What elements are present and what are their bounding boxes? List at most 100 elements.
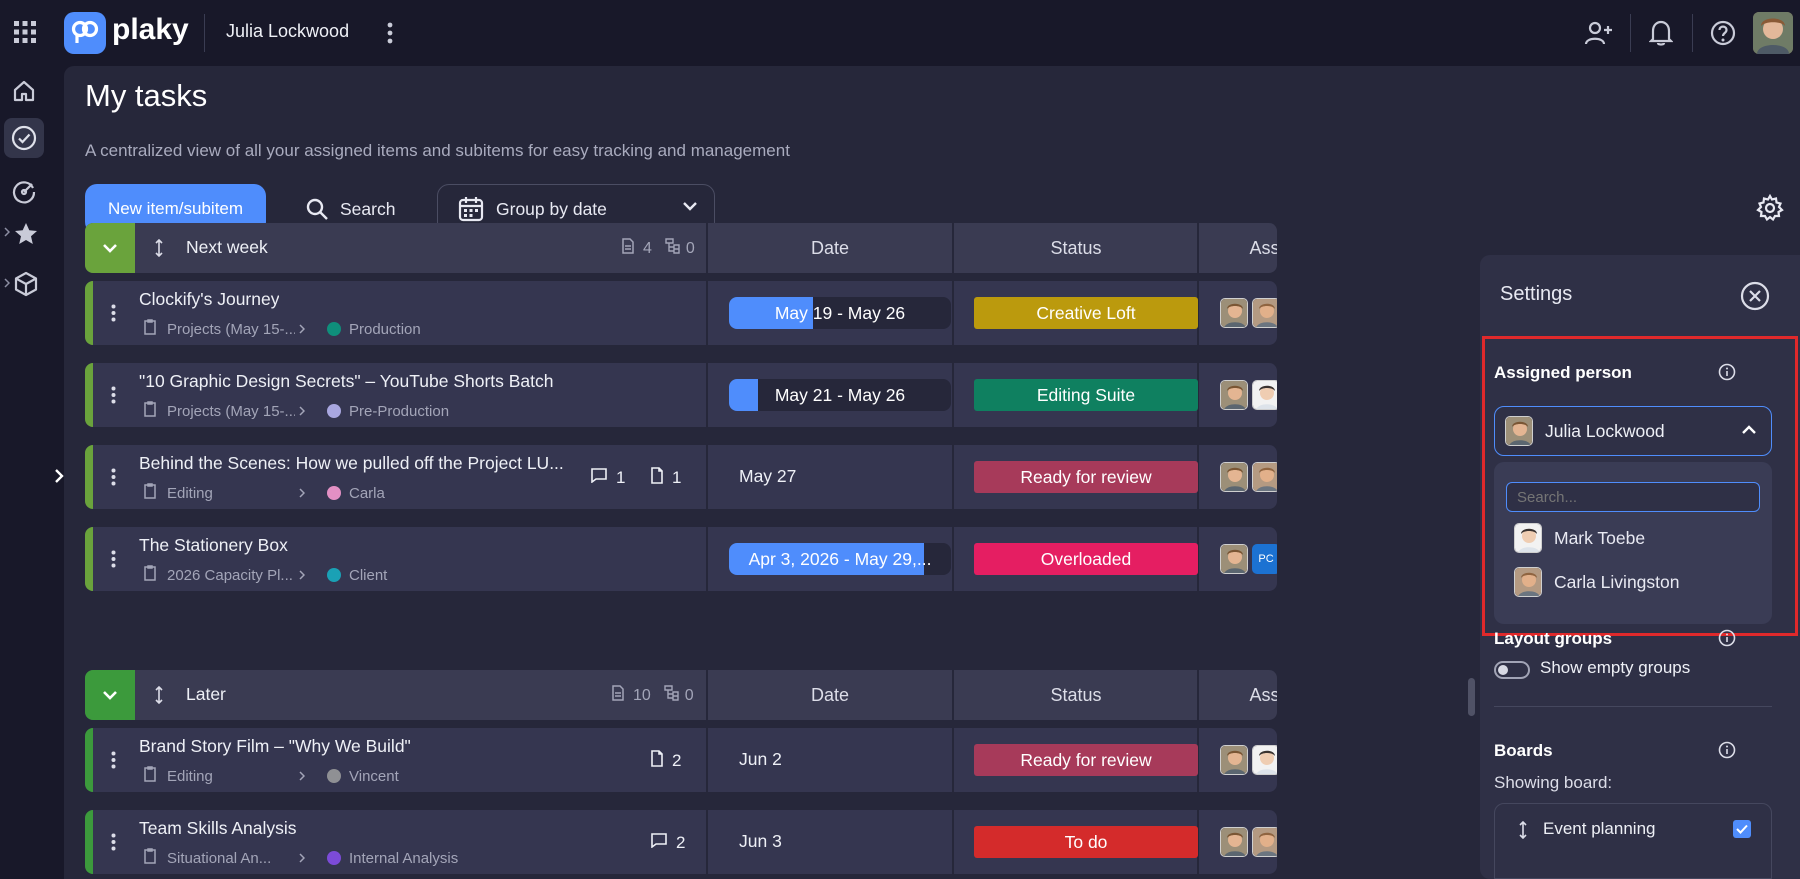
group-name[interactable]: Carla	[349, 485, 385, 502]
more-vertical-icon[interactable]	[380, 18, 400, 48]
info-icon[interactable]	[1716, 739, 1738, 761]
assignees-cell[interactable]	[1199, 363, 1277, 427]
group-color-bar	[85, 363, 93, 427]
row-menu-icon[interactable]	[107, 383, 119, 407]
my-tasks-check-icon[interactable]	[4, 118, 44, 158]
dashboard-icon[interactable]	[8, 176, 40, 208]
group-name[interactable]: Next week	[186, 237, 268, 258]
drag-handle-icon[interactable]	[153, 684, 165, 706]
assignees-cell[interactable]	[1199, 810, 1277, 874]
board-checkbox-checked-icon[interactable]	[1733, 820, 1751, 838]
drag-handle-icon[interactable]	[153, 237, 165, 259]
board-name[interactable]: Projects (May 15-...	[167, 321, 295, 338]
task-row[interactable]: The Stationery Box 2026 Capacity Pl... Cli…	[85, 527, 1277, 591]
status-badge[interactable]: Overloaded	[974, 543, 1198, 575]
date-text[interactable]: May 27	[739, 466, 796, 487]
drag-handle-icon[interactable]	[1517, 819, 1529, 841]
collapse-group-chevron-icon[interactable]	[85, 670, 135, 720]
column-header-assigned[interactable]: Assigned persons	[1199, 670, 1277, 720]
row-menu-icon[interactable]	[107, 547, 119, 571]
column-header-date[interactable]: Date	[708, 670, 952, 720]
date-text[interactable]: Jun 2	[739, 749, 782, 770]
row-menu-icon[interactable]	[107, 748, 119, 772]
scrollbar-thumb[interactable]	[1468, 678, 1475, 716]
status-badge[interactable]: Ready for review	[974, 461, 1198, 493]
show-empty-groups-toggle[interactable]	[1494, 661, 1530, 679]
row-menu-icon[interactable]	[107, 830, 119, 854]
group-dot	[327, 322, 341, 336]
collapse-group-chevron-icon[interactable]	[85, 223, 135, 273]
option-carla-livingston[interactable]: Carla Livingston	[1514, 564, 1679, 600]
group-name[interactable]: Pre-Production	[349, 403, 449, 420]
status-badge[interactable]: Editing Suite	[974, 379, 1198, 411]
home-icon[interactable]	[8, 75, 40, 107]
group-name[interactable]: Later	[186, 684, 226, 705]
column-header-status[interactable]: Status	[954, 223, 1198, 273]
task-row[interactable]: "10 Graphic Design Secrets" – YouTube Sh…	[85, 363, 1277, 427]
info-icon[interactable]	[1716, 627, 1738, 649]
files-counter[interactable]: 1	[650, 467, 681, 489]
assignees-cell[interactable]: VK	[1199, 728, 1277, 792]
chevron-right-icon	[299, 768, 306, 785]
task-title[interactable]: Team Skills Analysis	[139, 818, 297, 839]
group-name[interactable]: Internal Analysis	[349, 850, 458, 867]
assignees-cell[interactable]	[1199, 445, 1277, 509]
status-badge[interactable]: Creative Loft	[974, 297, 1198, 329]
board-name[interactable]: Editing	[167, 485, 295, 502]
user-avatar[interactable]	[1753, 12, 1793, 54]
status-badge[interactable]: To do	[974, 826, 1198, 858]
date-text[interactable]: Jun 3	[739, 831, 782, 852]
column-header-date[interactable]: Date	[708, 223, 952, 273]
assigned-person-select[interactable]: Julia Lockwood	[1494, 406, 1772, 456]
star-icon[interactable]	[10, 218, 42, 250]
status-badge[interactable]: Ready for review	[974, 744, 1198, 776]
assignees-cell[interactable]: PCRB	[1199, 527, 1277, 591]
task-title[interactable]: "10 Graphic Design Secrets" – YouTube Sh…	[139, 371, 554, 392]
assignee-search-input[interactable]	[1506, 482, 1760, 512]
date-range-bar[interactable]: Apr 3, 2026 - May 29,...	[729, 543, 951, 575]
info-icon[interactable]	[1716, 361, 1738, 383]
avatar	[1252, 827, 1277, 857]
task-row[interactable]: Team Skills Analysis Situational An... Int…	[85, 810, 1277, 874]
task-row[interactable]: Brand Story Film – "Why We Build" Editing…	[85, 728, 1277, 792]
column-header-status[interactable]: Status	[954, 670, 1198, 720]
comments-counter[interactable]: 1	[590, 467, 625, 488]
avatar	[1252, 380, 1277, 410]
assignee-dropdown: Mark Toebe Carla Livingston	[1494, 462, 1772, 624]
task-row[interactable]: Clockify's Journey Projects (May 15-... Pr…	[85, 281, 1277, 345]
bell-icon[interactable]	[1645, 17, 1677, 49]
workspace-name[interactable]: Julia Lockwood	[226, 21, 349, 42]
board-name[interactable]: Situational An...	[167, 850, 295, 867]
date-range-bar[interactable]: May 21 - May 26	[729, 379, 951, 411]
assignees-cell[interactable]	[1199, 281, 1277, 345]
settings-gear-icon[interactable]	[1752, 190, 1788, 226]
help-icon[interactable]	[1707, 17, 1739, 49]
box-icon[interactable]	[10, 268, 42, 300]
chevron-right-icon	[299, 485, 306, 502]
task-title[interactable]: Brand Story Film – "Why We Build"	[139, 736, 411, 757]
task-title[interactable]: Clockify's Journey	[139, 289, 279, 310]
apps-grid-icon[interactable]	[10, 17, 40, 47]
group-name[interactable]: Production	[349, 321, 421, 338]
board-name[interactable]: Projects (May 15-...	[167, 403, 295, 420]
board-name[interactable]: 2026 Capacity Pl...	[167, 567, 295, 584]
option-mark-toebe[interactable]: Mark Toebe	[1514, 520, 1645, 556]
group-name[interactable]: Vincent	[349, 768, 399, 785]
plaky-logo-icon[interactable]	[64, 12, 106, 54]
column-header-assigned[interactable]: Assigned persons	[1199, 223, 1277, 273]
board-name[interactable]: Editing	[167, 768, 295, 785]
task-title[interactable]: The Stationery Box	[139, 535, 288, 556]
date-range-bar[interactable]: May 19 - May 26	[729, 297, 951, 329]
comments-counter[interactable]: 2	[650, 832, 685, 853]
close-panel-icon[interactable]	[1738, 279, 1772, 313]
task-title[interactable]: Behind the Scenes: How we pulled off the…	[139, 453, 564, 474]
row-menu-icon[interactable]	[107, 465, 119, 489]
files-counter[interactable]: 2	[650, 750, 681, 772]
add-user-icon[interactable]	[1582, 17, 1616, 49]
search-icon	[300, 197, 334, 221]
group-name[interactable]: Client	[349, 567, 387, 584]
group-color-bar	[85, 810, 93, 874]
row-menu-icon[interactable]	[107, 301, 119, 325]
task-row[interactable]: Behind the Scenes: How we pulled off the…	[85, 445, 1277, 509]
group-dot	[327, 851, 341, 865]
